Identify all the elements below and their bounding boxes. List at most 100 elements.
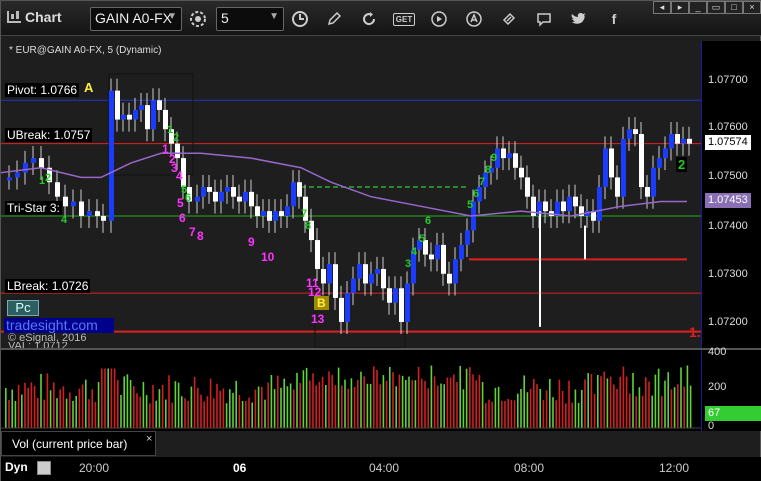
maximize-icon[interactable]: □ bbox=[725, 1, 743, 14]
price-bar bbox=[657, 158, 662, 168]
volume-bar bbox=[603, 371, 605, 428]
time-axis[interactable]: Dyn 20:00 06 04:00 08:00 12:00 bbox=[1, 457, 761, 481]
price-bar bbox=[357, 264, 362, 279]
chevron-down-icon[interactable]: ▼ bbox=[167, 11, 177, 22]
price-bar bbox=[139, 105, 144, 110]
price-bar bbox=[513, 153, 518, 168]
tristar-label: Tri-Star 3: bbox=[5, 201, 62, 215]
volume-bar bbox=[200, 394, 202, 428]
volume-bar bbox=[251, 402, 253, 428]
price-bar bbox=[127, 114, 132, 120]
volume-chart[interactable] bbox=[1, 350, 701, 431]
volume-bar bbox=[136, 393, 138, 428]
interval-field[interactable]: 5 ▼ bbox=[216, 7, 284, 31]
close-icon[interactable]: × bbox=[743, 1, 761, 14]
twitter-icon[interactable] bbox=[566, 7, 592, 31]
minimize-icon[interactable]: _ bbox=[689, 1, 707, 14]
price-bar bbox=[7, 177, 12, 181]
chevron-down-icon[interactable]: ▼ bbox=[269, 11, 279, 22]
volume-bar bbox=[72, 400, 74, 428]
volume-bar bbox=[395, 386, 397, 428]
comment-icon[interactable] bbox=[531, 7, 557, 31]
price-bar bbox=[249, 191, 254, 207]
volume-bar bbox=[344, 379, 346, 428]
volume-bar bbox=[5, 388, 7, 428]
back-icon[interactable]: ◂ bbox=[653, 1, 671, 14]
settings-icon[interactable] bbox=[185, 7, 211, 31]
volume-bar bbox=[555, 400, 557, 428]
volume-bar bbox=[222, 388, 225, 428]
chart-icon bbox=[7, 11, 21, 23]
price-bar bbox=[375, 268, 380, 274]
volume-bar bbox=[126, 374, 129, 428]
price-bar bbox=[369, 273, 374, 284]
volume-bar bbox=[65, 398, 68, 428]
price-bar bbox=[201, 187, 206, 197]
annotation-b: B bbox=[314, 296, 329, 310]
price-bar bbox=[639, 134, 644, 188]
play-icon[interactable] bbox=[426, 7, 452, 31]
volume-bar bbox=[17, 384, 20, 428]
volume-bar bbox=[139, 396, 141, 428]
volume-bar bbox=[542, 400, 545, 428]
volume-bar bbox=[283, 378, 285, 428]
td-right-marker: 1. bbox=[689, 324, 701, 340]
volume-bar bbox=[469, 367, 471, 428]
volume-bar bbox=[101, 368, 103, 428]
volume-bar bbox=[254, 389, 257, 428]
price-bar bbox=[31, 158, 36, 163]
fwd-icon[interactable]: ▸ bbox=[671, 1, 689, 14]
price-axis[interactable]: 1.07700 1.07600 1.07500 1.07400 1.07300 … bbox=[701, 41, 761, 348]
volume-bar bbox=[273, 389, 276, 428]
price-bar bbox=[339, 297, 344, 322]
close-icon[interactable]: × bbox=[146, 433, 152, 445]
td-count-magenta: 5 bbox=[177, 196, 184, 210]
price-bar bbox=[573, 196, 578, 207]
price-chart[interactable]: 123456789101112131234567834565678912 bbox=[1, 41, 701, 348]
price-bar bbox=[351, 278, 356, 294]
volume-bar bbox=[667, 372, 669, 428]
volume-bar bbox=[401, 375, 404, 428]
volume-bar bbox=[376, 369, 378, 428]
volume-bar bbox=[107, 368, 109, 428]
price-bar bbox=[363, 264, 368, 284]
volume-bar bbox=[574, 389, 577, 428]
volume-bar bbox=[187, 400, 189, 428]
volume-bar bbox=[654, 374, 657, 428]
volume-bar bbox=[325, 384, 327, 428]
volume-bar bbox=[280, 387, 282, 428]
facebook-icon[interactable]: f bbox=[601, 7, 627, 31]
refresh-icon[interactable] bbox=[356, 7, 382, 31]
volume-bar bbox=[539, 388, 541, 428]
td-count-magenta: 13 bbox=[311, 312, 325, 326]
ma-price-tag: 1.07453 bbox=[705, 193, 751, 208]
lock-icon[interactable] bbox=[37, 461, 51, 475]
volume-bar bbox=[462, 389, 465, 428]
volume-bar bbox=[545, 390, 548, 428]
volume-bar bbox=[366, 383, 369, 428]
price-bar bbox=[327, 264, 332, 284]
get-icon[interactable]: GET bbox=[391, 7, 417, 31]
td-count-green: 6 bbox=[185, 192, 191, 204]
clock-icon[interactable] bbox=[287, 7, 313, 31]
symbol-field[interactable]: GAIN A0-FX ▼ bbox=[90, 7, 182, 31]
volume-bar bbox=[120, 394, 122, 428]
volume-bar bbox=[360, 371, 362, 428]
pc-badge[interactable]: Pc bbox=[7, 300, 39, 316]
volume-bar bbox=[24, 382, 26, 428]
volume-bar bbox=[392, 372, 394, 428]
volume-bar bbox=[75, 395, 77, 428]
time-label: 04:00 bbox=[369, 461, 400, 475]
restore-icon[interactable]: ▭ bbox=[707, 1, 725, 14]
volume-bar bbox=[651, 395, 653, 428]
volume-bar bbox=[261, 386, 263, 428]
link-icon[interactable] bbox=[496, 7, 522, 31]
volume-axis[interactable]: 400 200 0 67 bbox=[701, 346, 761, 432]
price-bar bbox=[615, 177, 620, 197]
pencil-icon[interactable] bbox=[321, 7, 347, 31]
price-bar bbox=[285, 206, 290, 216]
volume-study-label[interactable]: Vol (current price bar) bbox=[1, 431, 156, 456]
alert-icon[interactable] bbox=[461, 7, 487, 31]
volume-bar bbox=[206, 396, 209, 428]
price-bar bbox=[115, 90, 120, 120]
